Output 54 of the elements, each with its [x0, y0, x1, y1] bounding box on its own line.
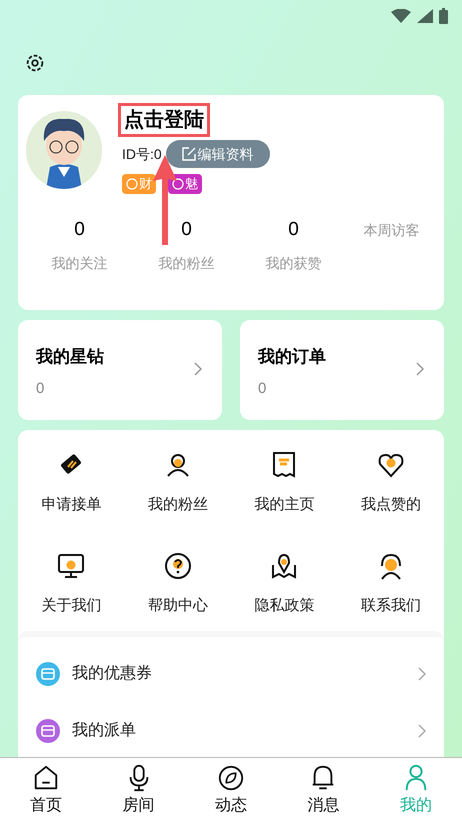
- badge: 魅: [168, 174, 202, 194]
- edit-profile-button[interactable]: 编辑资料: [166, 140, 270, 168]
- wifi-icon: [391, 9, 411, 23]
- settings-icon[interactable]: [24, 52, 46, 74]
- user-id: ID号:0: [122, 144, 162, 164]
- menu-label: 联系我们: [360, 596, 421, 616]
- help-icon: [162, 550, 193, 580]
- menu-item[interactable]: 我点赞的: [338, 450, 444, 516]
- user-name[interactable]: 点击登陆: [124, 107, 204, 133]
- nav-label: 消息: [307, 796, 340, 816]
- summary-card[interactable]: 我的订单 0: [240, 320, 444, 420]
- menu-item[interactable]: 我的粉丝: [124, 450, 231, 516]
- list-item[interactable]: 我的派单: [18, 702, 444, 759]
- stat-value[interactable]: 0: [288, 216, 299, 244]
- card-title: 我的订单: [258, 346, 326, 368]
- chevron-right-icon: [194, 362, 202, 376]
- menu-item[interactable]: 联系我们: [338, 550, 444, 617]
- list-label: 我的优惠券: [72, 664, 153, 684]
- list-label: 我的派单: [72, 720, 137, 740]
- card-value: 0: [36, 378, 46, 398]
- menu-label: 关于我们: [41, 596, 102, 616]
- card-value: 0: [258, 378, 268, 398]
- list-item[interactable]: 我的优惠券: [18, 645, 444, 702]
- menu-item[interactable]: 申请接单: [18, 450, 124, 516]
- menu-item[interactable]: 我的主页: [231, 450, 338, 516]
- chevron-right-icon: [416, 362, 424, 376]
- menu-label: 隐私政策: [254, 596, 314, 616]
- nav-label: 首页: [30, 796, 62, 816]
- nav-tab[interactable]: 首页: [0, 758, 92, 821]
- menu-label: 我的粉丝: [148, 495, 208, 515]
- battery-icon: [439, 8, 448, 24]
- badge: 财: [122, 174, 156, 194]
- nav-label: 我的: [400, 796, 432, 816]
- nav-tab[interactable]: 房间: [92, 758, 185, 821]
- menu-label: 申请接单: [41, 495, 102, 515]
- summary-card[interactable]: 我的星钻 0: [18, 320, 222, 420]
- nav-label: 动态: [215, 796, 248, 816]
- nav-tab[interactable]: 消息: [277, 758, 370, 821]
- chevron-right-icon: [418, 666, 426, 680]
- chevron-right-icon: [418, 724, 426, 738]
- edit-icon: [182, 147, 196, 161]
- menu-item[interactable]: 关于我们: [18, 550, 124, 617]
- nav-tab[interactable]: 动态: [184, 758, 278, 821]
- stat-value[interactable]: 0: [74, 216, 85, 244]
- card-title: 我的星钻: [36, 346, 104, 368]
- menu-label: 我点赞的: [360, 495, 421, 515]
- menu-item[interactable]: 帮助中心: [124, 550, 231, 617]
- compass-icon: [217, 764, 246, 792]
- menu-label: 帮助中心: [148, 596, 208, 616]
- stat-value[interactable]: 0: [181, 216, 192, 244]
- menu-label: 我的主页: [254, 495, 314, 515]
- nav-label: 房间: [122, 796, 155, 816]
- menu-item[interactable]: 隐私政策: [231, 550, 338, 617]
- signal-icon: [417, 9, 433, 23]
